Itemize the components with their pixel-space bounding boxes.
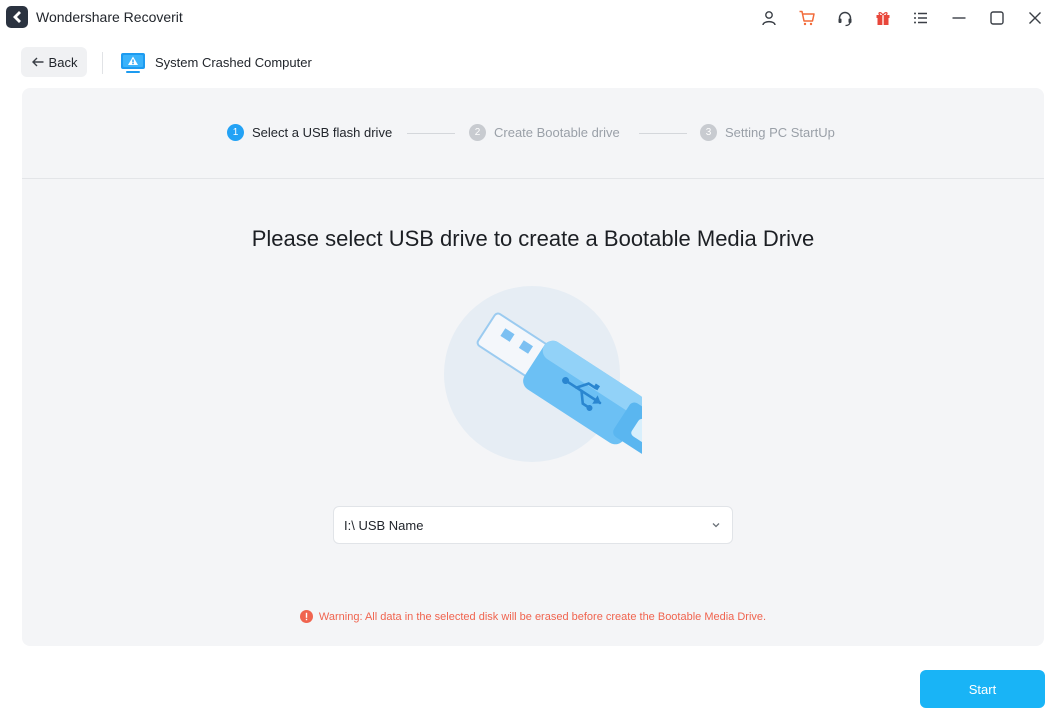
- usb-drive-select-value: I:\ USB Name: [344, 518, 424, 533]
- step-2: 2 Create Bootable drive: [469, 124, 620, 141]
- warning-message: Warning: All data in the selected disk w…: [22, 610, 1044, 623]
- breadcrumb-title: System Crashed Computer: [155, 55, 312, 70]
- minimize-icon[interactable]: [940, 4, 978, 32]
- warning-icon: [299, 610, 313, 623]
- close-icon[interactable]: [1016, 4, 1054, 32]
- user-icon[interactable]: [750, 4, 788, 32]
- arrow-left-icon: [31, 57, 44, 67]
- step-3-number: 3: [700, 124, 717, 141]
- step-3-label: Setting PC StartUp: [725, 125, 835, 140]
- gift-icon[interactable]: [864, 4, 902, 32]
- start-button[interactable]: Start: [920, 670, 1045, 708]
- step-2-label: Create Bootable drive: [494, 125, 620, 140]
- title-bar: Wondershare Recoverit: [0, 0, 1064, 36]
- menu-icon[interactable]: [902, 4, 940, 32]
- maximize-icon[interactable]: [978, 4, 1016, 32]
- recoverit-logo-icon: [6, 6, 28, 28]
- step-1: 1 Select a USB flash drive: [227, 124, 392, 141]
- step-1-label: Select a USB flash drive: [252, 125, 393, 140]
- stepper: 1 Select a USB flash drive 2 Create Boot…: [22, 88, 1044, 179]
- back-button-label: Back: [48, 54, 78, 70]
- usb-drive-illustration: [444, 286, 642, 462]
- cart-icon[interactable]: [788, 4, 826, 32]
- step-1-number: 1: [227, 124, 244, 141]
- headset-icon[interactable]: [826, 4, 864, 32]
- chevron-down-icon: [712, 523, 720, 528]
- nav-divider: [102, 52, 103, 74]
- step-3: 3 Setting PC StartUp: [700, 124, 835, 141]
- start-button-label: Start: [968, 681, 997, 697]
- page-headline: Please select USB drive to create a Boot…: [251, 226, 815, 251]
- main-panel: 1 Select a USB flash drive 2 Create Boot…: [22, 88, 1044, 646]
- step-connector: [639, 133, 687, 134]
- step-connector: [407, 133, 455, 134]
- window-toolbar: [750, 4, 1054, 32]
- app-title: Wondershare Recoverit: [36, 9, 183, 25]
- warning-text: Warning: All data in the selected disk w…: [318, 610, 767, 623]
- back-button[interactable]: Back: [21, 47, 87, 77]
- usb-drive-select[interactable]: I:\ USB Name: [333, 506, 733, 544]
- step-2-number: 2: [469, 124, 486, 141]
- crashed-computer-icon: [121, 53, 145, 73]
